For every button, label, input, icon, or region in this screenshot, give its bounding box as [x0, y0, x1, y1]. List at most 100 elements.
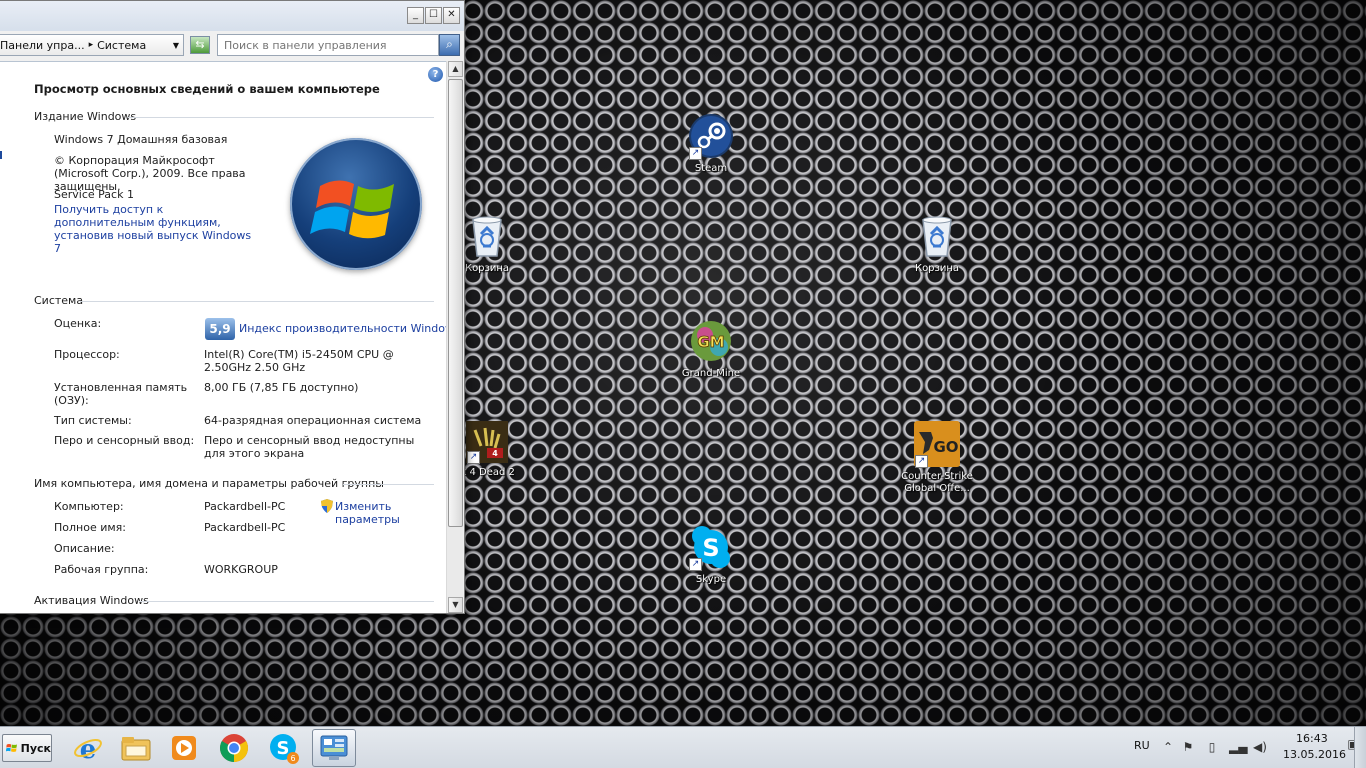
uac-shield-icon: [321, 499, 333, 513]
chevron-down-icon[interactable]: ▼: [173, 41, 179, 50]
skype-icon: S 6: [270, 734, 299, 764]
section-heading-system: Система: [34, 294, 84, 307]
section-heading-computer: Имя компьютера, имя домена и параметры р…: [34, 477, 384, 490]
content-pane: ? Просмотр основных сведений о вашем ком…: [0, 61, 446, 613]
skype-icon: S ↗: [687, 523, 735, 571]
search-input[interactable]: [217, 34, 439, 56]
desktop-icon-label: Counter-Strike Global Offe...: [901, 471, 973, 494]
media-player-icon: [172, 736, 196, 760]
pen-value: Перо и сенсорный ввод недоступны для это…: [204, 434, 415, 460]
shortcut-arrow-icon: ↗: [467, 451, 480, 464]
breadcrumb-parent[interactable]: Панели упра...: [0, 39, 85, 52]
taskbar-explorer[interactable]: [114, 729, 158, 767]
desktop-icon-label: Корзина: [914, 263, 960, 274]
description-label: Описание:: [54, 542, 115, 555]
page-title: Просмотр основных сведений о вашем компь…: [34, 82, 380, 96]
shortcut-arrow-icon: ↗: [689, 147, 702, 160]
divider: [139, 601, 434, 602]
scroll-thumb[interactable]: [448, 79, 463, 527]
desktop-icon-skype[interactable]: S ↗ Skype: [673, 523, 749, 586]
show-desktop-button[interactable]: [1354, 727, 1366, 768]
recycle-bin-icon: [913, 212, 961, 260]
change-settings-link[interactable]: Изменить параметры: [335, 500, 415, 526]
close-button[interactable]: ✕: [443, 7, 460, 24]
cpu-label: Процессор:: [54, 348, 120, 361]
language-indicator[interactable]: RU: [1134, 739, 1150, 752]
pen-label: Перо и сенсорный ввод:: [54, 434, 195, 447]
control-panel-icon: [320, 735, 348, 760]
edition-name: Windows 7 Домашняя базовая: [54, 133, 228, 146]
steam-icon: ↗: [687, 112, 735, 160]
shortcut-arrow-icon: ↗: [689, 558, 702, 571]
computer-name-value: Packardbell-PC: [204, 500, 286, 513]
recycle-bin-icon: [463, 212, 511, 260]
taskbar-chrome[interactable]: [212, 729, 256, 767]
full-name-label: Полное имя:: [54, 521, 126, 534]
svg-text:GM: GM: [697, 333, 724, 351]
ram-value: 8,00 ГБ (7,85 ГБ доступно): [204, 381, 359, 394]
help-icon[interactable]: ?: [428, 67, 443, 82]
address-bar: Панели упра... ▸ Система ▼ ⇆ ⌕: [0, 33, 464, 57]
skype-badge: 6: [290, 754, 295, 763]
desktop-icon-csgo[interactable]: GO ↗ Counter-Strike Global Offe...: [897, 420, 977, 495]
divider: [343, 484, 434, 485]
workgroup-value: WORKGROUP: [204, 563, 278, 576]
breadcrumb-current[interactable]: Система: [97, 39, 146, 52]
taskbar-skype[interactable]: S 6: [262, 729, 306, 767]
desktop-icon-grand-mine[interactable]: GM Grand-Mine: [673, 317, 749, 380]
ie-icon: e: [74, 735, 102, 763]
show-hidden-icons-icon[interactable]: ⌃: [1161, 740, 1175, 754]
power-icon[interactable]: ▯: [1205, 740, 1219, 754]
minimize-button[interactable]: _: [407, 7, 424, 24]
cpu-value: Intel(R) Core(TM) i5-2450M CPU @ 2.50GHz…: [204, 348, 394, 374]
svg-text:S: S: [702, 534, 719, 562]
desktop-icon-label: Grand-Mine: [681, 368, 741, 379]
windows-logo: [290, 138, 422, 270]
start-label: Пуск: [20, 741, 51, 755]
shortcut-arrow-icon: ↗: [915, 455, 928, 468]
window-titlebar[interactable]: _ ☐ ✕: [0, 1, 464, 31]
refresh-button[interactable]: ⇆: [190, 36, 210, 54]
ram-label: Установленная память (ОЗУ):: [54, 381, 188, 407]
explorer-icon: [121, 737, 151, 761]
full-name-value: Packardbell-PC: [204, 521, 286, 534]
desktop-icon-label: Steam: [694, 163, 728, 174]
taskbar-ie[interactable]: e: [66, 729, 110, 767]
grand-mine-icon: GM: [687, 317, 735, 365]
vertical-scrollbar[interactable]: ▲ ▼: [446, 61, 463, 613]
desktop-icon-steam[interactable]: ↗ Steam: [673, 112, 749, 175]
rating-label: Оценка:: [54, 317, 102, 330]
svg-text:4: 4: [492, 449, 498, 458]
section-heading-activation: Активация Windows: [34, 594, 149, 607]
system-window: _ ☐ ✕ Панели упра... ▸ Система ▼ ⇆ ⌕ ? П…: [0, 0, 465, 614]
csgo-icon: GO ↗: [913, 420, 961, 468]
left4dead-icon: 4 ↗: [465, 420, 509, 464]
nav-pane-edge: [0, 151, 2, 159]
search-icon[interactable]: ⌕: [439, 34, 460, 56]
taskbar-media-player[interactable]: [162, 729, 206, 767]
taskbar: Пуск e S 6 RU ⌃ ⚑ ▯ ▂▄ ◀) 16:43 13.05.20…: [0, 726, 1366, 768]
network-icon[interactable]: ▂▄: [1229, 740, 1247, 754]
system-type-label: Тип системы:: [54, 414, 132, 427]
upgrade-link[interactable]: Получить доступ к дополнительным функция…: [54, 203, 252, 255]
divider: [80, 301, 434, 302]
system-type-value: 64-разрядная операционная система: [204, 414, 422, 427]
clock-time[interactable]: 16:43: [1296, 732, 1328, 745]
performance-index-link[interactable]: Индекс производительности Windows: [239, 322, 446, 335]
scroll-up-icon[interactable]: ▲: [448, 61, 463, 77]
svg-text:GO: GO: [933, 438, 958, 456]
scroll-down-icon[interactable]: ▼: [448, 597, 463, 613]
desktop-icon-recycle-bin-2[interactable]: Корзина: [899, 212, 975, 275]
taskbar-control-panel[interactable]: [312, 729, 356, 767]
clock-date[interactable]: 13.05.2016: [1283, 748, 1346, 761]
service-pack: Service Pack 1: [54, 188, 134, 201]
computer-name-label: Компьютер:: [54, 500, 124, 513]
start-button[interactable]: Пуск: [2, 734, 52, 762]
performance-score-badge[interactable]: 5,9: [205, 318, 235, 340]
breadcrumb[interactable]: Панели упра... ▸ Система ▼: [0, 34, 184, 56]
workgroup-label: Рабочая группа:: [54, 563, 149, 576]
volume-icon[interactable]: ◀): [1253, 740, 1267, 754]
action-center-flag-icon[interactable]: ⚑: [1181, 740, 1195, 754]
maximize-button[interactable]: ☐: [425, 7, 442, 24]
breadcrumb-separator-icon[interactable]: ▸: [89, 40, 94, 50]
